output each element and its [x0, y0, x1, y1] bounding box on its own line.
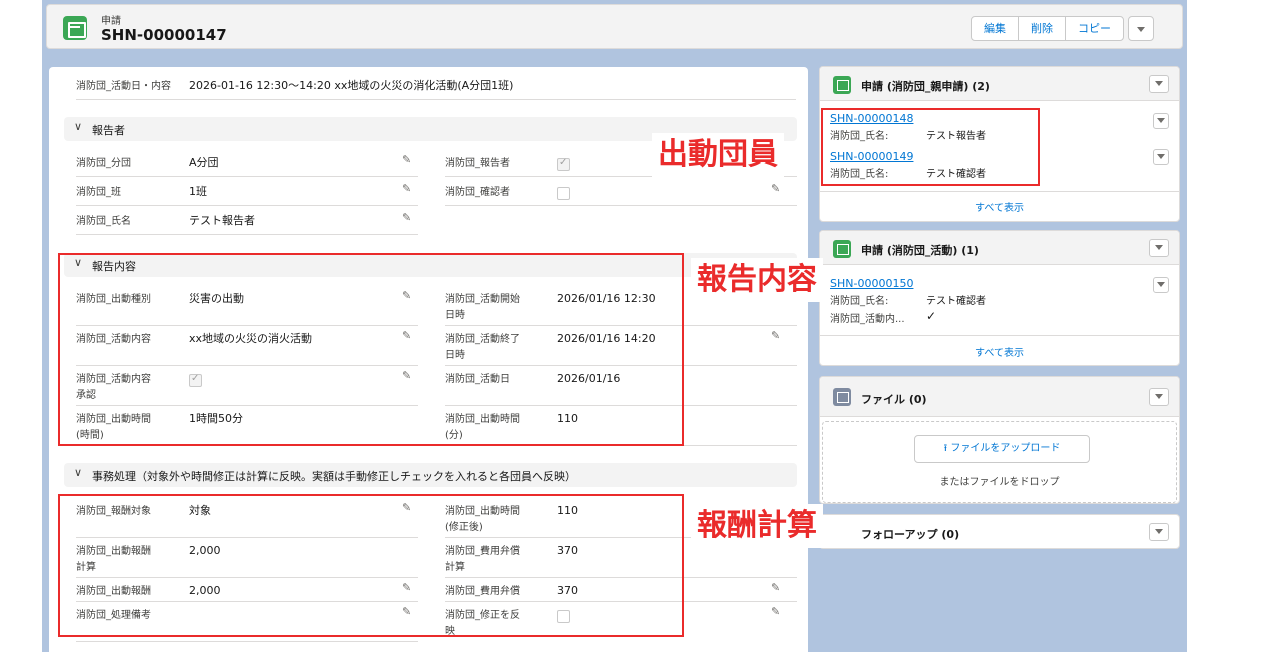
record-title: SHN-00000147 — [101, 26, 227, 44]
pencil-icon[interactable]: ✎ — [771, 182, 780, 195]
field-label: 消防団_氏名 — [76, 216, 131, 227]
card-menu-button[interactable] — [1149, 75, 1169, 93]
card-header: 申請 (消防団_親申請) (2) — [820, 67, 1179, 101]
annotation-report: 報告内容 — [691, 258, 823, 302]
divider — [820, 191, 1179, 192]
related-field-label: 消防団_活動内... — [830, 314, 905, 325]
field-label: 消防団_確認者 — [445, 187, 510, 198]
activity-field-value: 2026-01-16 12:30〜14:20 xx地域の火災の消化活動(A分団1… — [189, 79, 514, 92]
record-type-icon — [63, 16, 87, 40]
field-value: 1班 — [189, 185, 207, 198]
pencil-icon[interactable]: ✎ — [771, 329, 780, 342]
annotation-members: 出動団員 — [652, 133, 784, 177]
activity-field-label: 消防団_活動日・内容 — [76, 81, 171, 92]
card-title: 申請 (消防団_親申請) (2) — [861, 80, 990, 93]
pencil-icon[interactable]: ✎ — [402, 153, 411, 166]
divider — [445, 205, 797, 206]
highlight-box-report — [58, 253, 684, 446]
chevron-down-icon — [1155, 529, 1163, 534]
card-menu-button[interactable] — [1149, 388, 1169, 406]
delete-button[interactable]: 削除 — [1018, 16, 1066, 41]
divider — [76, 99, 796, 100]
section-title: 報告者 — [92, 124, 125, 137]
chevron-down-icon — [1137, 26, 1145, 32]
action-buttons: 編集 削除 コピー — [971, 16, 1154, 41]
file-icon — [833, 388, 851, 406]
related-activity-card: 申請 (消防団_活動) (1) SHN-00000150 消防団_氏名: テスト… — [819, 230, 1180, 366]
card-title: ファイル (0) — [861, 393, 927, 406]
chevron-down-icon — [1157, 118, 1165, 123]
section-title: 事務処理（対象外や時間修正は計算に反映。実額は手動修正しチェックを入れると各団員… — [92, 470, 576, 483]
view-all-link[interactable]: すべて表示 — [820, 199, 1179, 214]
followup-card: フォローアップ (0) — [819, 514, 1180, 549]
section-processing[interactable]: ∨ 事務処理（対象外や時間修正は計算に反映。実額は手動修正しチェックを入れると各… — [64, 463, 797, 487]
annotation-reward: 報酬計算 — [691, 504, 823, 548]
chevron-down-icon: ∨ — [74, 120, 83, 133]
divider — [76, 641, 418, 642]
upload-label: ファイルをアップロード — [950, 443, 1061, 454]
record-header: 申請 SHN-00000147 編集 削除 コピー — [46, 4, 1183, 49]
divider — [76, 176, 418, 177]
record-icon — [833, 76, 851, 94]
card-header: ファイル (0) — [820, 377, 1179, 417]
card-menu-button[interactable] — [1149, 523, 1169, 541]
chevron-down-icon — [1155, 245, 1163, 250]
check-icon: ✓ — [926, 309, 937, 323]
confirmer-checkbox[interactable] — [557, 187, 570, 200]
related-record-link[interactable]: SHN-00000150 — [830, 277, 913, 290]
card-menu-button[interactable] — [1149, 239, 1169, 257]
files-card: ファイル (0) ⭱ ファイルをアップロード またはファイルをドロップ — [819, 376, 1180, 504]
upload-button[interactable]: ⭱ ファイルをアップロード — [914, 435, 1090, 463]
chevron-down-icon: ∨ — [74, 466, 83, 479]
chevron-down-icon — [1157, 282, 1165, 287]
field-value: A分団 — [189, 156, 219, 169]
row-menu-button[interactable] — [1153, 149, 1169, 165]
edit-button[interactable]: 編集 — [971, 16, 1019, 41]
field-label: 消防団_班 — [76, 187, 121, 198]
copy-button[interactable]: コピー — [1065, 16, 1124, 41]
pencil-icon[interactable]: ✎ — [771, 605, 780, 618]
pencil-icon[interactable]: ✎ — [402, 182, 411, 195]
reporter-checkbox[interactable] — [557, 157, 570, 171]
file-drop-zone[interactable]: ⭱ ファイルをアップロード またはファイルをドロップ — [822, 421, 1177, 503]
pencil-icon[interactable]: ✎ — [402, 211, 411, 224]
divider — [820, 335, 1179, 336]
field-label: 消防団_分団 — [76, 158, 131, 169]
chevron-down-icon — [1155, 394, 1163, 399]
row-menu-button[interactable] — [1153, 277, 1169, 293]
more-actions-button[interactable] — [1128, 16, 1154, 41]
chevron-down-icon — [1155, 81, 1163, 86]
field-value: テスト報告者 — [189, 214, 255, 227]
chevron-down-icon — [1157, 154, 1165, 159]
highlight-box-members — [821, 108, 1040, 186]
view-all-link[interactable]: すべて表示 — [820, 344, 1179, 359]
card-title: フォローアップ (0) — [861, 528, 960, 541]
card-header: 申請 (消防団_活動) (1) — [820, 231, 1179, 265]
related-field-label: 消防団_氏名: — [830, 296, 889, 307]
field-label: 消防団_報告者 — [445, 158, 510, 169]
pencil-icon[interactable]: ✎ — [771, 581, 780, 594]
record-icon — [833, 240, 851, 258]
related-field-value: テスト確認者 — [926, 296, 986, 307]
divider — [76, 234, 418, 235]
row-menu-button[interactable] — [1153, 113, 1169, 129]
drop-hint: またはファイルをドロップ — [939, 477, 1060, 488]
object-type: 申請 — [101, 16, 121, 27]
card-title: 申請 (消防団_活動) (1) — [861, 244, 979, 257]
divider — [76, 205, 418, 206]
highlight-box-reward — [58, 494, 684, 637]
